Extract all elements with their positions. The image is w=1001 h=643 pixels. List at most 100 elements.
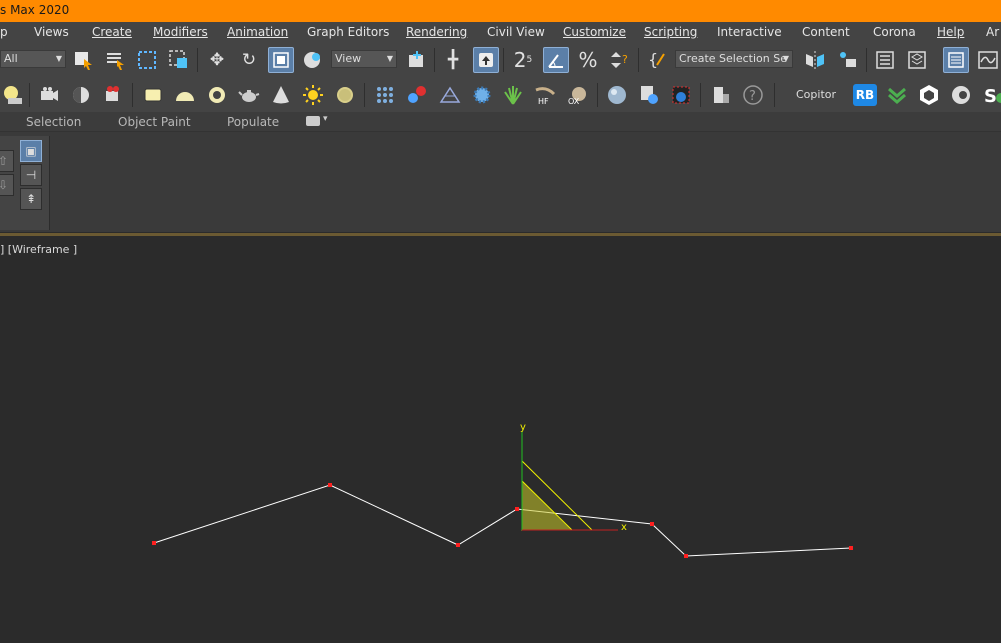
s-logo-icon[interactable]: S: [980, 82, 1001, 108]
ring-icon[interactable]: [204, 82, 230, 108]
light-icon[interactable]: [0, 82, 26, 108]
gizmo-plane-fill[interactable]: [521, 479, 574, 531]
mirror-icon[interactable]: [802, 47, 828, 73]
fur-icon[interactable]: OX: [564, 82, 590, 108]
toolbar-separator: [700, 83, 701, 107]
named-selection-set-value: Create Selection Se: [679, 52, 787, 65]
dome-icon[interactable]: [172, 82, 198, 108]
toggle-ribbon-icon[interactable]: [943, 47, 969, 73]
curve-editor-icon[interactable]: [975, 47, 1001, 73]
ribbon-options-dropdown[interactable]: ▾: [323, 114, 328, 124]
ribbon-options-icon[interactable]: [306, 116, 320, 126]
rect-selection-region-icon[interactable]: [134, 47, 160, 73]
menu-item-content[interactable]: Content: [802, 25, 850, 39]
menu-item-civil-view[interactable]: Civil View: [487, 25, 545, 39]
help-icon[interactable]: ?: [740, 82, 766, 108]
hexagon-icon[interactable]: [916, 82, 942, 108]
pivot-center-icon[interactable]: [404, 47, 430, 73]
percent-snap-icon[interactable]: %: [575, 47, 601, 73]
import-icon[interactable]: ⇞: [20, 188, 42, 210]
select-object-icon[interactable]: [70, 47, 96, 73]
sphere-half-icon[interactable]: [68, 82, 94, 108]
render-setup-icon[interactable]: [708, 82, 734, 108]
material-sphere-icon[interactable]: [604, 82, 630, 108]
select-by-name-icon[interactable]: [102, 47, 128, 73]
spline-vertex[interactable]: [328, 483, 332, 487]
chevron-down-icon: ▼: [55, 54, 62, 63]
snaps-toggle-sub: 5: [526, 55, 533, 65]
named-selection-set-dropdown[interactable]: Create Selection Se ▼: [675, 50, 793, 68]
render-frame-icon[interactable]: [668, 82, 694, 108]
chevrons-down-icon[interactable]: [884, 82, 910, 108]
keyboard-shortcut-override-icon[interactable]: [473, 47, 499, 73]
material-editor-icon[interactable]: [636, 82, 662, 108]
placement-icon[interactable]: [300, 47, 326, 73]
camera-icon[interactable]: [36, 82, 62, 108]
selection-filter-dropdown[interactable]: All ▼: [0, 50, 66, 68]
menu-item-ar[interactable]: Ar: [986, 25, 999, 39]
menu-item-corona[interactable]: Corona: [873, 25, 916, 39]
molecule-icon[interactable]: [404, 82, 430, 108]
ribbon-tab-object-paint[interactable]: Object Paint: [118, 115, 191, 129]
render-icon[interactable]: [100, 82, 126, 108]
fur-label: OX: [568, 97, 580, 106]
teapot-icon[interactable]: [236, 82, 262, 108]
cone-icon[interactable]: [268, 82, 294, 108]
spline-vertex[interactable]: [684, 554, 688, 558]
menu-item-modifiers[interactable]: Modifiers: [153, 25, 208, 39]
spline-shape[interactable]: [153, 484, 852, 557]
menu-bar: p Views Create Modifiers Animation Graph…: [0, 22, 1001, 44]
menu-item-scripting[interactable]: Scripting: [644, 25, 697, 39]
window-crossing-icon[interactable]: [166, 47, 192, 73]
select-scale-icon[interactable]: [268, 47, 294, 73]
snaps-toggle-icon[interactable]: 25: [510, 47, 536, 73]
ribbon-tab-populate[interactable]: Populate: [227, 115, 279, 129]
menu-item-graph-editors[interactable]: Graph Editors: [307, 25, 389, 39]
arrow-up-icon[interactable]: ⇧: [0, 150, 14, 172]
toolbar-separator: [597, 83, 598, 107]
menu-item-help[interactable]: Help: [937, 25, 964, 39]
select-manipulate-icon[interactable]: ╋: [440, 47, 466, 73]
menu-item-interactive[interactable]: Interactive: [717, 25, 782, 39]
ribbon-tab-selection[interactable]: Selection: [26, 115, 81, 129]
snaps-toggle-label: 2: [513, 48, 527, 72]
select-mode-icon[interactable]: ▣: [20, 140, 42, 162]
menu-item-animation[interactable]: Animation: [227, 25, 288, 39]
spline-vertex[interactable]: [849, 546, 853, 550]
rb-icon[interactable]: RB: [852, 82, 878, 108]
menu-item-rendering[interactable]: Rendering: [406, 25, 467, 39]
grass-icon[interactable]: [500, 82, 526, 108]
spinner-snap-icon[interactable]: ?: [606, 47, 632, 73]
plane-icon[interactable]: [140, 82, 166, 108]
toolbar-separator: [866, 48, 867, 72]
menu-item-create[interactable]: Create: [92, 25, 132, 39]
spline-vertex[interactable]: [650, 522, 654, 526]
swirl-icon[interactable]: [948, 82, 974, 108]
ref-coord-system-dropdown[interactable]: View ▼: [331, 50, 397, 68]
scene-explorer-icon[interactable]: [872, 47, 898, 73]
edit-named-selections-icon[interactable]: {: [645, 47, 671, 73]
align-icon[interactable]: [835, 47, 861, 73]
viewport[interactable]: ] [Wireframe ] y x: [0, 237, 1001, 643]
layer-explorer-icon[interactable]: [904, 47, 930, 73]
viewport-canvas[interactable]: y x: [0, 237, 1001, 643]
spline-vertex[interactable]: [456, 543, 460, 547]
select-rotate-icon[interactable]: ↻: [236, 47, 262, 73]
disc-icon[interactable]: [332, 82, 358, 108]
sun-icon[interactable]: [300, 82, 326, 108]
select-move-icon[interactable]: ✥: [204, 47, 230, 73]
menu-item-views[interactable]: Views: [34, 25, 69, 39]
scatter-icon[interactable]: [437, 82, 463, 108]
arrow-down-icon[interactable]: ⇩: [0, 174, 14, 196]
spline-vertex[interactable]: [515, 507, 519, 511]
menu-item-customize[interactable]: Customize: [563, 25, 626, 39]
angle-snap-icon[interactable]: [543, 47, 569, 73]
hair-icon[interactable]: HF: [532, 82, 558, 108]
grid-icon[interactable]: [372, 82, 398, 108]
gear-object-icon[interactable]: [469, 82, 495, 108]
ribbon-panel: ⇧ ⇩ ▣ ⊣ ⇞: [0, 132, 1001, 232]
pin-icon[interactable]: ⊣: [20, 164, 42, 186]
menu-item-p[interactable]: p: [0, 25, 8, 39]
spline-vertex[interactable]: [152, 541, 156, 545]
copitor-label[interactable]: Copitor: [796, 88, 836, 101]
